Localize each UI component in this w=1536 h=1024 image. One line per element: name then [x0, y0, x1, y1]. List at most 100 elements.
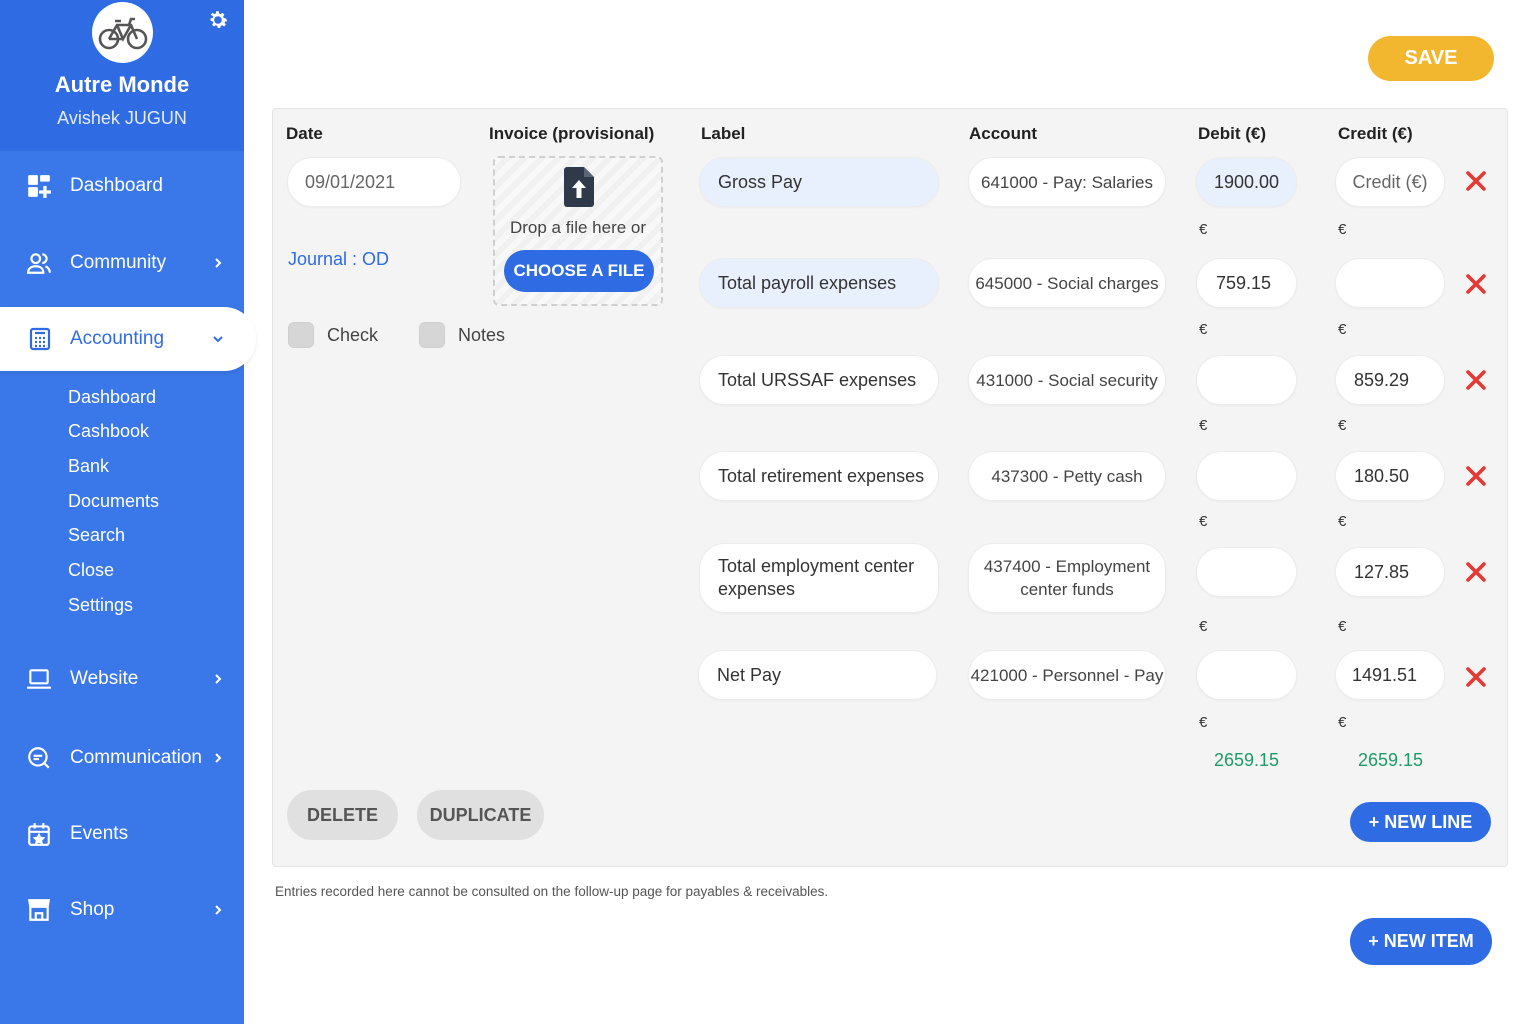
line-account-field[interactable]: 431000 - Social security: [968, 355, 1166, 405]
line-label-field[interactable]: Total employment center expenses: [699, 543, 939, 613]
header-invoice: Invoice (provisional): [489, 124, 655, 143]
line-credit-field[interactable]: 859.29: [1335, 355, 1445, 405]
gear-icon[interactable]: [206, 8, 230, 32]
sidebar-item-label: Shop: [70, 899, 115, 920]
line-credit-field[interactable]: 1491.51: [1335, 650, 1445, 700]
file-dropzone[interactable]: Drop a file here or CHOOSE A FILE: [493, 156, 663, 306]
line-label-field[interactable]: Total payroll expenses: [699, 258, 939, 308]
chat-icon: [28, 747, 50, 769]
header-date: Date: [286, 124, 323, 143]
duplicate-button[interactable]: DUPLICATE: [417, 790, 544, 840]
euro-symbol: €: [1338, 221, 1347, 238]
sidebar-item-label: Communication: [70, 747, 202, 768]
euro-symbol: €: [1338, 714, 1347, 731]
header-label: Label: [701, 124, 746, 143]
date-field[interactable]: 09/01/2021: [287, 157, 461, 207]
sidebar-subitem-search[interactable]: Search: [68, 525, 125, 546]
calendar-icon: [28, 823, 50, 846]
line-account-field[interactable]: 421000 - Personnel - Pay: [968, 650, 1166, 700]
delete-button[interactable]: DELETE: [287, 790, 398, 840]
euro-symbol: €: [1338, 417, 1347, 434]
sidebar-item-label: Events: [70, 823, 129, 844]
line-account-field[interactable]: 437300 - Petty cash: [968, 451, 1166, 501]
line-credit-field[interactable]: Credit (€): [1335, 157, 1445, 207]
sidebar-item-events[interactable]: Events: [0, 809, 244, 859]
delete-line-icon[interactable]: [1465, 561, 1487, 583]
euro-symbol: €: [1338, 321, 1347, 338]
footnote: Entries recorded here cannot be consulte…: [275, 884, 829, 899]
community-icon: [27, 253, 51, 274]
sidebar-subitem-cashbook[interactable]: Cashbook: [68, 421, 149, 442]
euro-symbol: €: [1199, 321, 1208, 338]
line-account-field[interactable]: 641000 - Pay: Salaries: [968, 157, 1166, 207]
line-label-field[interactable]: Net Pay: [698, 650, 937, 700]
chevron-down-icon: [213, 336, 223, 343]
euro-symbol: €: [1199, 221, 1208, 238]
line-debit-field[interactable]: [1196, 547, 1297, 597]
line-account-field[interactable]: 645000 - Social charges: [968, 258, 1166, 308]
sidebar-item-communication[interactable]: Communication: [0, 733, 244, 783]
calculator-icon: [29, 327, 51, 351]
sidebar-subitem-settings[interactable]: Settings: [68, 595, 133, 616]
journal-link[interactable]: Journal : OD: [288, 249, 389, 270]
check-checkbox[interactable]: [288, 322, 314, 348]
line-label-field[interactable]: Total retirement expenses: [699, 451, 939, 501]
euro-symbol: €: [1199, 714, 1208, 731]
euro-symbol: €: [1338, 618, 1347, 635]
line-label-field[interactable]: Gross Pay: [699, 157, 939, 207]
choose-file-button[interactable]: CHOOSE A FILE: [504, 250, 654, 292]
sidebar-item-website[interactable]: Website: [0, 654, 244, 704]
bicycle-logo-icon: [92, 2, 153, 63]
line-credit-field[interactable]: [1335, 258, 1445, 308]
delete-line-icon[interactable]: [1465, 666, 1487, 688]
sidebar-item-label: Community: [70, 252, 167, 273]
chevron-right-icon: [215, 905, 222, 915]
sidebar-subitem-dashboard[interactable]: Dashboard: [68, 387, 156, 408]
line-credit-field[interactable]: 127.85: [1335, 547, 1445, 597]
line-debit-field[interactable]: 1900.00: [1196, 157, 1297, 207]
euro-symbol: €: [1199, 618, 1208, 635]
sidebar-item-dashboard[interactable]: Dashboard: [0, 161, 244, 211]
line-account-field[interactable]: 437400 - Employment center funds: [968, 543, 1166, 613]
shop-icon: [27, 899, 51, 921]
sidebar-item-community[interactable]: Community: [0, 238, 244, 288]
delete-line-icon[interactable]: [1465, 170, 1487, 192]
new-line-button[interactable]: + NEW LINE: [1350, 802, 1491, 842]
delete-line-icon[interactable]: [1465, 465, 1487, 487]
drop-text: Drop a file here or: [509, 218, 647, 237]
check-label: Check: [327, 325, 379, 345]
euro-symbol: €: [1338, 513, 1347, 530]
delete-line-icon[interactable]: [1465, 273, 1487, 295]
chevron-right-icon: [215, 753, 222, 763]
sidebar-item-label: Website: [70, 668, 139, 689]
file-upload-icon: [564, 167, 594, 207]
chevron-right-icon: [215, 258, 222, 268]
line-credit-field[interactable]: 180.50: [1335, 451, 1445, 501]
header-account: Account: [969, 124, 1037, 143]
new-item-button[interactable]: + NEW ITEM: [1350, 918, 1492, 965]
line-debit-field[interactable]: [1196, 451, 1297, 501]
user-name: Avishek JUGUN: [57, 108, 187, 128]
sidebar-subitem-bank[interactable]: Bank: [68, 456, 109, 477]
chevron-right-icon: [215, 674, 222, 684]
credit-placeholder: Credit (€): [1352, 171, 1428, 192]
euro-symbol: €: [1199, 417, 1208, 434]
line-debit-field[interactable]: 759.15: [1196, 258, 1297, 308]
notes-checkbox[interactable]: [419, 322, 445, 348]
sidebar-subitem-close[interactable]: Close: [68, 560, 114, 581]
sidebar-item-accounting[interactable]: Accounting: [0, 307, 256, 371]
line-debit-field[interactable]: [1196, 355, 1297, 405]
delete-line-icon[interactable]: [1465, 369, 1487, 391]
laptop-icon: [27, 669, 51, 689]
dashboard-icon: [28, 175, 51, 198]
line-label-field[interactable]: Total URSSAF expenses: [699, 355, 939, 405]
sidebar-subitem-documents[interactable]: Documents: [68, 491, 159, 512]
notes-label: Notes: [458, 325, 506, 345]
sidebar: Autre Monde Avishek JUGUN Dashboard Comm…: [0, 0, 256, 1024]
sidebar-item-label: Accounting: [70, 328, 165, 349]
header-debit: Debit (€): [1198, 124, 1266, 143]
sidebar-item-shop[interactable]: Shop: [0, 885, 244, 935]
line-debit-field[interactable]: [1196, 650, 1297, 700]
save-button[interactable]: SAVE: [1368, 36, 1494, 81]
sidebar-item-label: Dashboard: [70, 175, 163, 196]
